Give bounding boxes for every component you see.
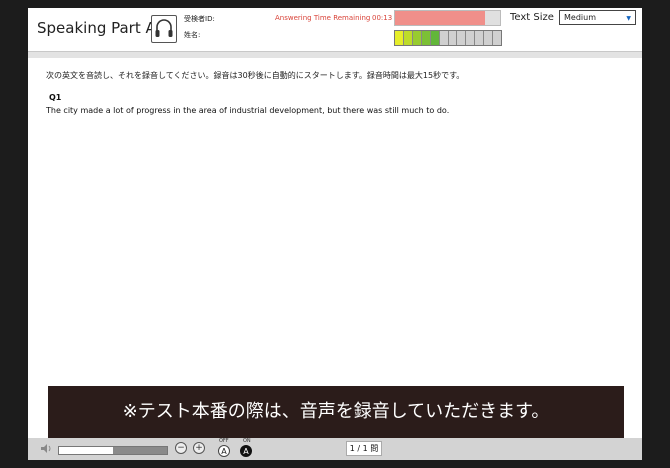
level-meter-segment [493, 31, 502, 45]
headphones-icon[interactable] [151, 15, 177, 43]
notice-banner: ※テスト本番の際は、音声を録音していただきます。 [48, 386, 624, 438]
level-meter-segment [448, 31, 458, 45]
toggle-on-button[interactable]: A [240, 445, 252, 457]
toggle-on-label: ON [243, 438, 251, 444]
volume-down-button[interactable]: − [175, 442, 187, 454]
examinee-id-label: 受検者ID: [184, 15, 215, 23]
time-remaining-fill [395, 11, 486, 25]
toggle-off-label: OFF [219, 438, 229, 444]
level-meter-segment [421, 31, 431, 45]
time-remaining-bar [394, 10, 501, 26]
time-remaining-value: 00:13 [372, 14, 393, 22]
toggle-off-button[interactable]: A [218, 445, 230, 457]
level-meter-segment [457, 31, 467, 45]
instruction-text: 次の英文を音読し、それを録音してください。録音は30秒後に自動的にスタートします… [46, 71, 465, 80]
level-meter-segment [439, 31, 449, 45]
volume-slider[interactable] [58, 446, 168, 455]
page-title: Speaking Part A [37, 19, 156, 37]
text-size-select[interactable]: Medium ▼ [559, 10, 636, 25]
level-meter-segment [430, 31, 440, 45]
text-size-value: Medium [564, 13, 596, 22]
header-bar: Speaking Part A 受検者ID: 姓名: Answering Tim… [28, 8, 642, 52]
name-label: 姓名: [184, 31, 201, 39]
reading-sentence: The city made a lot of progress in the a… [46, 106, 450, 115]
question-label: Q1 [49, 93, 62, 102]
text-size-label: Text Size [510, 12, 554, 23]
level-meter-segment [484, 31, 494, 45]
page-indicator: 1 / 1 問 [346, 441, 382, 456]
time-remaining-label: Answering Time Remaining [275, 14, 371, 22]
question-panel: 次の英文を音読し、それを録音してください。録音は30秒後に自動的にスタートします… [34, 60, 636, 382]
level-meter-segment [412, 31, 422, 45]
speaker-icon [40, 443, 52, 457]
audio-level-meter [394, 30, 502, 46]
chevron-down-icon: ▼ [626, 15, 631, 22]
level-meter-segment [466, 31, 476, 45]
volume-up-button[interactable]: + [193, 442, 205, 454]
header-divider [28, 52, 642, 58]
level-meter-segment [475, 31, 485, 45]
exam-screen: Speaking Part A 受検者ID: 姓名: Answering Tim… [28, 8, 642, 460]
volume-slider-fill [59, 447, 113, 454]
footer-bar: − + OFF A ON A 1 / 1 問 [28, 438, 642, 460]
level-meter-segment [403, 31, 413, 45]
level-meter-segment [395, 31, 404, 45]
